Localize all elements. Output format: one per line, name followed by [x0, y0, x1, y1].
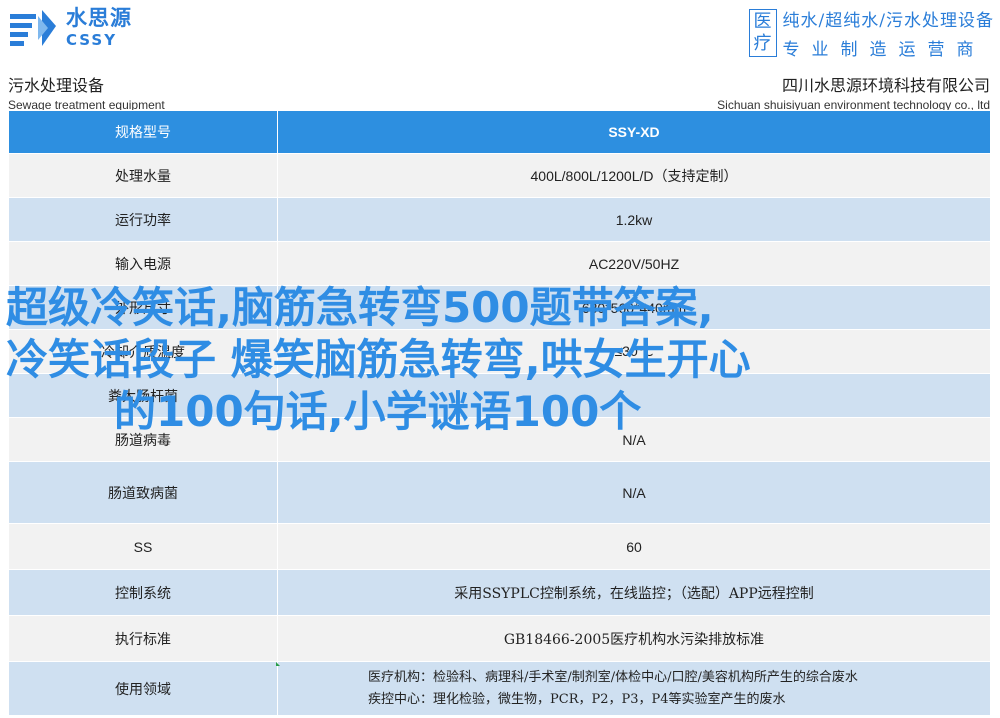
usage-line-1: 医疗机构：检验科、病理科/手术室/制剂室/体检中心/口腔/美容机构所产生的综合废… [368, 669, 858, 685]
row-value: 1.2kw [277, 197, 991, 242]
row-value: N/A [277, 461, 991, 524]
brand-name-en: CSSY [66, 31, 118, 49]
company-name-cn: 四川水思源环境科技有限公司 [781, 76, 990, 95]
header-label: 规格型号 [8, 110, 278, 154]
category-title-cn: 污水处理设备 [8, 76, 105, 95]
row-label: 粪大肠杆菌 [8, 373, 278, 418]
table-row: 粪大肠杆菌 [8, 373, 991, 418]
slogan: 医疗 纯水/超纯水/污水处理设备 专业制造运营商 [748, 6, 994, 60]
row-label: 处理水量 [8, 153, 278, 198]
row-value: 采用SSYPLC控制系统，在线监控；（选配）APP远程控制 [277, 569, 991, 616]
row-label: 使用领域 [8, 661, 278, 716]
table-row: 运行功率 1.2kw [8, 197, 991, 242]
page-header: 水思源 CSSY 医疗 纯水/超纯水/污水处理设备 专业制造运营商 [0, 0, 1000, 60]
usage-line-2: 疾控中心：理化检验，微生物，PCR，P2，P3，P4等实验室产生的废水 [368, 691, 786, 707]
row-value: 400L/800L/1200L/D（支持定制） [277, 153, 991, 198]
table-row: 肠道致病菌 N/A [8, 461, 991, 524]
table-row: 肠道病毒 N/A [8, 417, 991, 462]
row-value: GB18466-2005医疗机构水污染排放标准 [277, 615, 991, 662]
row-label: 执行标准 [8, 615, 278, 662]
table-row: 处理水量 400L/800L/1200L/D（支持定制） [8, 153, 991, 198]
row-value [277, 373, 991, 418]
row-label: 输入电源 [8, 241, 278, 286]
row-value: N/A [277, 417, 991, 462]
table-row: 冷却介质温度 ≤30℃ [8, 329, 991, 374]
row-value: ≤30℃ [277, 329, 991, 374]
table-row: SS 60 [8, 523, 991, 570]
row-value: 60 [277, 523, 991, 570]
table-row: 执行标准 GB18466-2005医疗机构水污染排放标准 [8, 615, 991, 662]
row-label: 控制系统 [8, 569, 278, 616]
sub-header: 污水处理设备 Sewage treatment equipment 四川水思源环… [0, 64, 1000, 112]
spec-table: 规格型号 SSY-XD 处理水量 400L/800L/1200L/D（支持定制）… [8, 110, 991, 718]
row-label: 外形尺寸 [8, 285, 278, 330]
slogan-line-2: 专业制造运营商 [782, 40, 986, 60]
slogan-line-1: 纯水/超纯水/污水处理设备 [782, 11, 994, 31]
row-label: 冷却介质温度 [8, 329, 278, 374]
water-drop-logo-icon [10, 10, 56, 46]
header-value: SSY-XD [277, 110, 991, 154]
table-row: 使用领域 医疗机构：检验科、病理科/手术室/制剂室/体检中心/口腔/美容机构所产… [8, 661, 991, 716]
slogan-badge: 医疗 [748, 9, 777, 57]
row-label: 肠道致病菌 [8, 461, 278, 524]
table-header-row: 规格型号 SSY-XD [8, 110, 991, 154]
row-value-multiline: 医疗机构：检验科、病理科/手术室/制剂室/体检中心/口腔/美容机构所产生的综合废… [277, 661, 991, 716]
corner-marker-icon [276, 662, 280, 666]
table-row: 外形尺寸 630*560*440mm [8, 285, 991, 330]
table-row: 输入电源 AC220V/50HZ [8, 241, 991, 286]
table-row: 控制系统 采用SSYPLC控制系统，在线监控；（选配）APP远程控制 [8, 569, 991, 616]
row-label: SS [8, 523, 278, 570]
row-value: AC220V/50HZ [277, 241, 991, 286]
row-label: 运行功率 [8, 197, 278, 242]
row-label: 肠道病毒 [8, 417, 278, 462]
brand-logo: 水思源 CSSY [8, 6, 132, 50]
row-value: 630*560*440mm [277, 285, 991, 330]
brand-name-cn: 水思源 [66, 6, 132, 30]
